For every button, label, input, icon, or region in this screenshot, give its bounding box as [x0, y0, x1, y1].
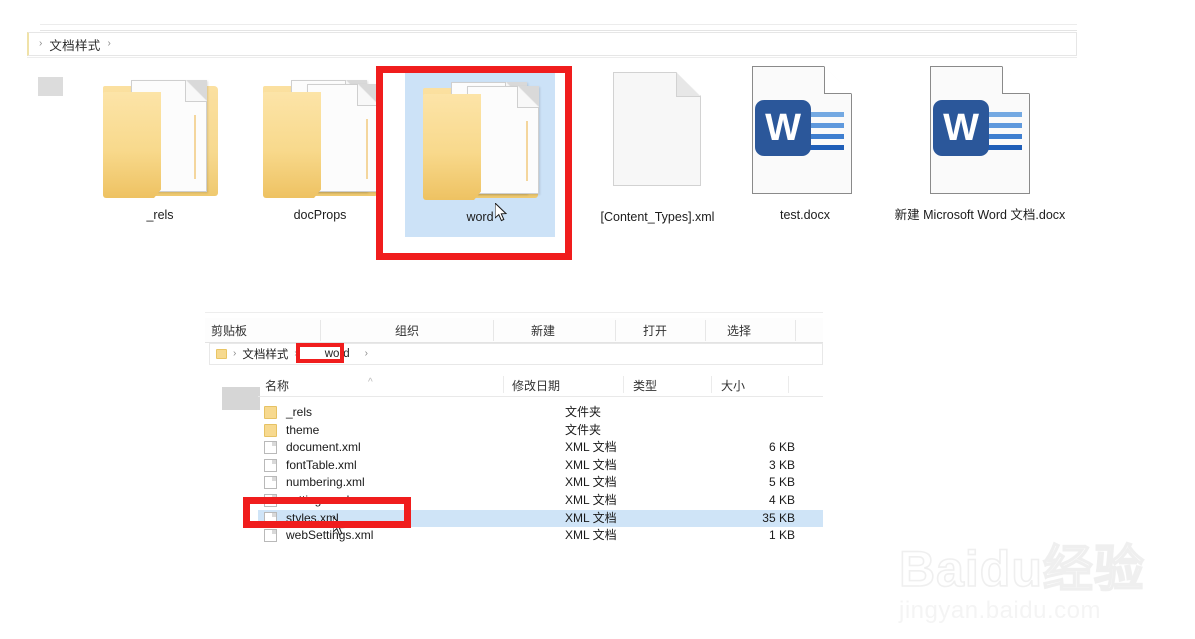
column-header-row: 名称 ^ 修改日期 类型 大小: [258, 373, 823, 397]
breadcrumb-segment-docstyle[interactable]: 文档样式: [49, 35, 100, 54]
column-header-name[interactable]: 名称: [265, 373, 289, 397]
folder-icon: [85, 58, 235, 208]
chevron-right-icon: ›: [39, 38, 43, 49]
watermark-sub-text: jingyan.baidu.com: [899, 597, 1101, 624]
ribbon-group-new[interactable]: 新建: [531, 318, 555, 343]
chevron-right-icon: ›: [233, 348, 237, 359]
column-header-size[interactable]: 大小: [721, 373, 745, 397]
folder-icon: [264, 423, 277, 437]
cell-size: 1 KB: [768, 528, 795, 543]
address-bar[interactable]: › 文档样式 ›: [27, 32, 1077, 56]
column-header-type[interactable]: 类型: [633, 373, 657, 397]
file-item-label: 新建 Microsoft Word 文档.docx: [894, 208, 1066, 222]
file-item-label: [Content_Types].xml: [600, 210, 715, 224]
cell-type: XML 文档: [565, 493, 617, 507]
ribbon-group-bar: 剪贴板 组织 新建 打开 选择: [205, 318, 823, 343]
chevron-right-icon-trailing: ›: [107, 38, 111, 49]
ghost-placeholder-block: [38, 77, 63, 96]
top-explorer-window: › 文档样式 › _rels docProps word [Content_Ty…: [0, 0, 1195, 310]
file-item-label: _rels: [146, 208, 174, 222]
cell-type: XML 文档: [565, 475, 617, 490]
cell-name: fontTable.xml: [286, 457, 357, 472]
xml-file-icon: [264, 441, 277, 455]
ribbon-group-open[interactable]: 打开: [643, 318, 667, 343]
cell-name: _rels: [286, 405, 313, 419]
file-item-new-word-docx[interactable]: W 新建 Microsoft Word 文档.docx: [890, 58, 1070, 223]
table-row[interactable]: numbering.xml XML 文档 5 KB: [258, 474, 823, 492]
column-header-modified[interactable]: 修改日期: [512, 373, 560, 397]
word-document-icon: W: [730, 58, 880, 208]
chevron-right-icon-trailing: ›: [364, 348, 368, 359]
word-document-icon: W: [890, 58, 1070, 208]
cell-name: webSettings.xml: [286, 528, 374, 543]
window-hairline-lower: [40, 30, 1077, 31]
cell-type: XML 文档: [565, 440, 617, 455]
cell-type: 文件夹: [565, 422, 602, 437]
ribbon-group-organize[interactable]: 组织: [395, 318, 419, 343]
watermark: Baidu经验 jingyan.baidu.com: [898, 540, 1187, 633]
file-item-label: test.docx: [779, 208, 831, 222]
file-icon-grid: _rels docProps word [Content_Types].xml …: [65, 58, 1195, 308]
breadcrumb-segment-docstyle[interactable]: 文档样式: [242, 346, 288, 362]
window-hairline-upper: [40, 24, 1077, 25]
cell-type: XML 文档: [565, 510, 617, 525]
table-row[interactable]: fontTable.xml XML 文档 3 KB: [258, 457, 823, 475]
annotation-box-word-breadcrumb: [296, 343, 344, 363]
file-item-content-types-xml[interactable]: [Content_Types].xml: [570, 60, 745, 225]
table-row[interactable]: _rels 文件夹: [258, 404, 823, 422]
cell-size: 5 KB: [768, 475, 795, 490]
folder-icon: [245, 58, 395, 208]
folder-icon: [264, 406, 277, 419]
table-row[interactable]: document.xml XML 文档 6 KB: [258, 439, 823, 457]
blank-document-icon: [570, 60, 745, 210]
ghost-placeholder-block: [222, 387, 260, 410]
folder-icon: [216, 349, 227, 359]
cell-size: 4 KB: [768, 493, 795, 507]
xml-file-icon: [264, 458, 277, 472]
cell-name: numbering.xml: [286, 475, 365, 490]
screenshot-root: › 文档样式 › _rels docProps word [Content_Ty…: [0, 0, 1195, 639]
cell-size: 35 KB: [762, 510, 795, 525]
file-item-rels[interactable]: _rels: [85, 58, 235, 223]
cell-size: 3 KB: [768, 457, 795, 472]
table-row[interactable]: webSettings.xml XML 文档 1 KB: [258, 527, 823, 545]
sort-ascending-icon: ^: [368, 377, 373, 388]
ribbon-group-select[interactable]: 选择: [727, 318, 751, 343]
ribbon-group-clipboard[interactable]: 剪贴板: [211, 318, 247, 343]
watermark-main-text: Baidu经验: [898, 540, 1145, 598]
annotation-box-word-folder: [376, 66, 572, 260]
file-item-test-docx[interactable]: W test.docx: [730, 58, 880, 223]
annotation-box-styles-xml: [243, 497, 411, 528]
cell-size: 6 KB: [768, 440, 795, 455]
table-row[interactable]: theme 文件夹: [258, 422, 823, 440]
ribbon-topline: [205, 312, 823, 313]
xml-file-icon: [264, 529, 277, 543]
file-item-docprops[interactable]: docProps: [245, 58, 395, 223]
cell-type: XML 文档: [565, 457, 617, 472]
xml-file-icon: [264, 476, 277, 490]
file-item-label: docProps: [293, 208, 347, 222]
cell-name: document.xml: [286, 440, 361, 455]
cell-type: XML 文档: [565, 528, 617, 543]
cell-type: 文件夹: [565, 405, 602, 419]
cell-name: theme: [286, 422, 320, 437]
